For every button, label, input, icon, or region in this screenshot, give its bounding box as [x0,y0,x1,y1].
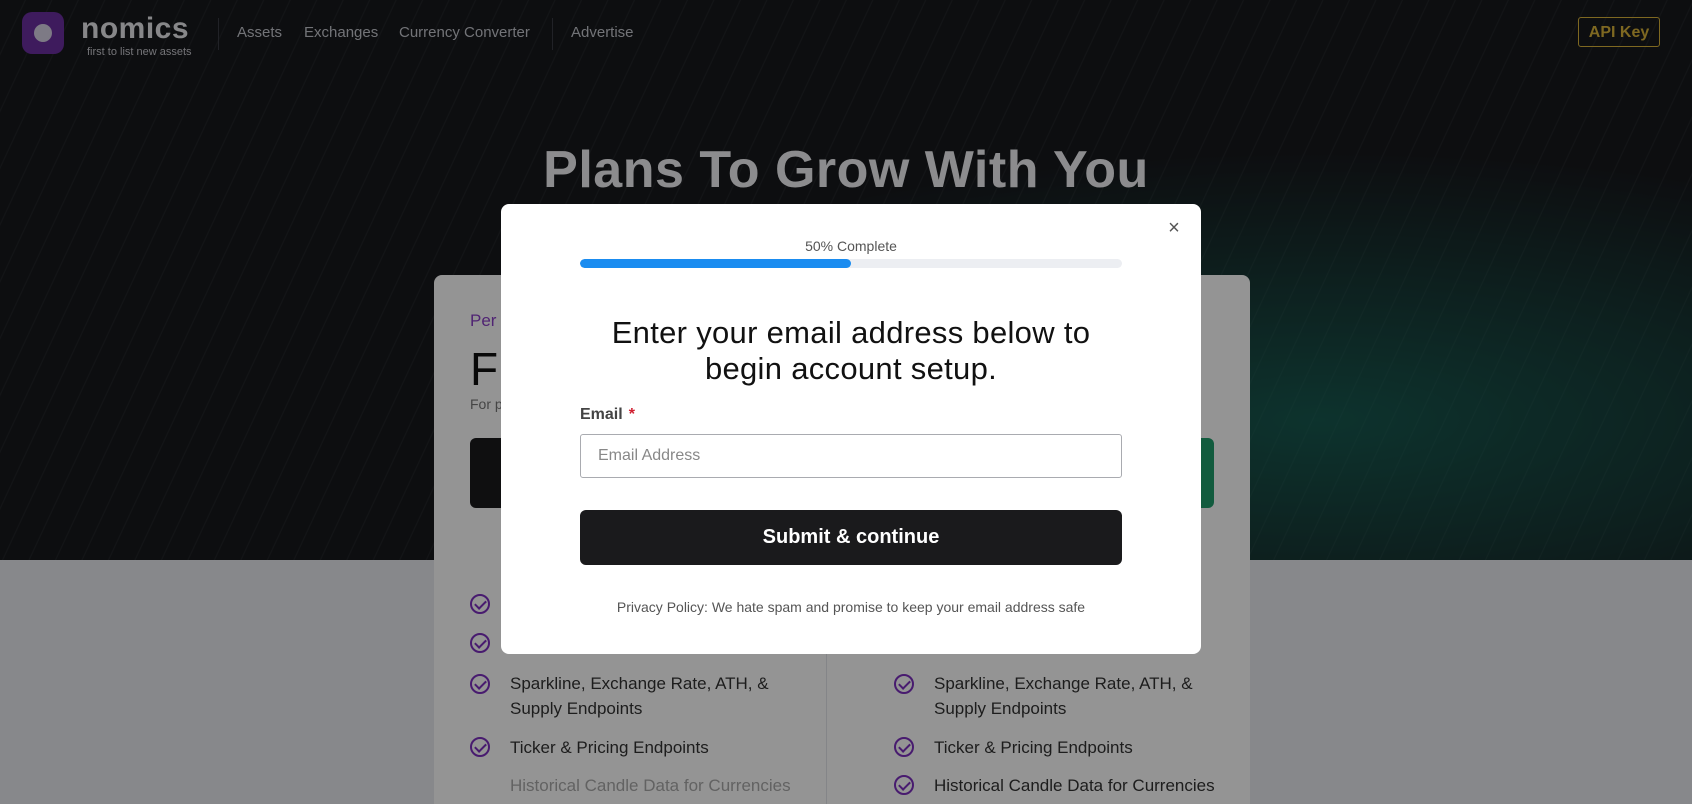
submit-continue-button[interactable]: Submit & continue [580,510,1122,565]
email-input[interactable] [580,434,1122,478]
privacy-notice: Privacy Policy: We hate spam and promise… [616,599,1086,615]
email-label: Email * [580,406,635,424]
required-marker: * [628,406,635,423]
progress-bar-fill [580,259,851,268]
email-label-text: Email [580,406,623,423]
modal-heading: Enter your email address below to begin … [611,315,1091,386]
close-icon[interactable]: × [1164,218,1184,238]
progress-bar [580,259,1122,268]
progress-label: 50% Complete [805,238,897,254]
pricing-page: nomics first to list new assets Assets E… [0,0,1692,804]
email-signup-modal: × 50% Complete Enter your email address … [501,204,1201,654]
